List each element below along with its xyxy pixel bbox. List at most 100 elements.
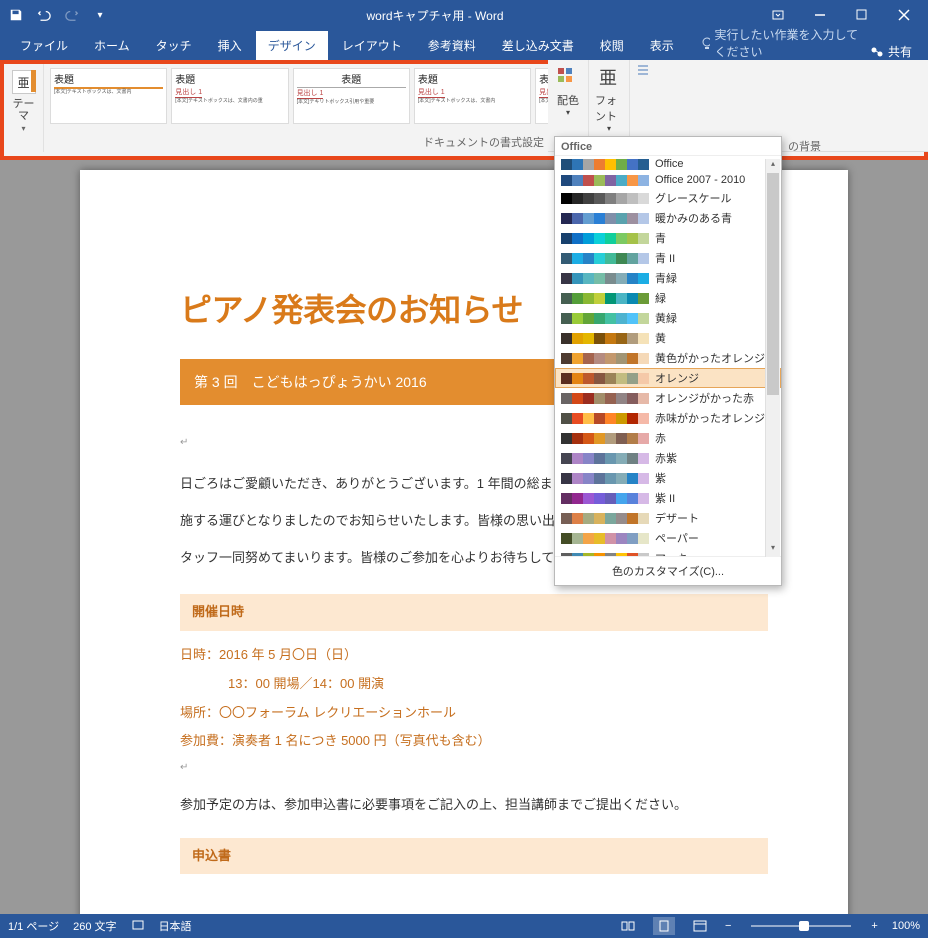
- color-scheme-row[interactable]: 紫: [555, 468, 781, 488]
- color-swatches: [561, 293, 649, 304]
- color-scheme-row[interactable]: 黄緑: [555, 308, 781, 328]
- schedule-line[interactable]: 13：00 開場／14：00 開演: [180, 672, 768, 697]
- tab-home[interactable]: ホーム: [82, 31, 142, 60]
- color-scheme-label: 赤: [655, 430, 775, 446]
- schedule-line[interactable]: 場所：〇〇フォーラム レクリエーションホール: [180, 701, 768, 726]
- card-sub: 見出し 1: [175, 87, 202, 98]
- color-scheme-row[interactable]: 暖かみのある青: [555, 208, 781, 228]
- tell-me[interactable]: 実行したい作業を入力してください: [700, 26, 860, 60]
- color-scheme-label: 青緑: [655, 270, 775, 286]
- page-bg-group-label: の背景: [788, 138, 821, 154]
- color-scheme-row[interactable]: オレンジがかった赤: [555, 388, 781, 408]
- schedule-line[interactable]: 日時：2016 年 5 月〇日（日）: [180, 643, 768, 668]
- heading-schedule[interactable]: 開催日時: [180, 594, 768, 631]
- color-scheme-row[interactable]: 青緑: [555, 268, 781, 288]
- color-scheme-label: Office: [655, 158, 775, 170]
- colors-button[interactable]: 配色 ▾: [548, 60, 589, 148]
- color-scheme-row[interactable]: 黄: [555, 328, 781, 348]
- card-title: 表題: [175, 71, 284, 86]
- tab-touch[interactable]: タッチ: [144, 31, 204, 60]
- maximize-button[interactable]: [842, 3, 882, 27]
- save-button[interactable]: [4, 4, 28, 26]
- body-line[interactable]: 参加予定の方は、参加申込書に必要事項をご記入の上、担当講師までご提出ください。: [180, 793, 768, 818]
- document-canvas[interactable]: ピアノ発表会のお知らせ 第 3 回 こどもはっぴょうかい 2016 ↵ 日ごろは…: [0, 160, 928, 914]
- color-swatches: [561, 353, 649, 364]
- view-read[interactable]: [617, 917, 639, 935]
- popup-scrollbar[interactable]: ▴ ▾: [765, 159, 780, 557]
- ribbon-options-button[interactable]: [758, 3, 798, 27]
- redo-button[interactable]: [60, 4, 84, 26]
- minimize-button[interactable]: [800, 3, 840, 27]
- color-scheme-row[interactable]: Office 2007 - 2010: [555, 172, 781, 188]
- schedule-line[interactable]: 参加費：演奏者 1 名につき 5000 円（写真代も含む）: [180, 729, 768, 754]
- color-swatches: [561, 553, 649, 557]
- zoom-thumb[interactable]: [799, 921, 809, 931]
- tab-review[interactable]: 校閲: [588, 31, 636, 60]
- style-card[interactable]: 表題見出し 1[本文]テキストボックスは、文書内: [414, 68, 531, 124]
- color-scheme-row[interactable]: グレースケール: [555, 188, 781, 208]
- zoom-level[interactable]: 100%: [892, 920, 920, 932]
- zoom-out[interactable]: −: [725, 920, 731, 932]
- qat-more[interactable]: ▾: [88, 4, 112, 26]
- style-card[interactable]: 表題見出し 1[本文]テキストボックスは、文書内の重: [171, 68, 288, 124]
- color-scheme-row[interactable]: マーキー: [555, 548, 781, 556]
- word-count[interactable]: 260 文字: [73, 918, 116, 934]
- undo-icon: [37, 8, 51, 22]
- tab-layout[interactable]: レイアウト: [330, 31, 414, 60]
- color-scheme-row[interactable]: 黄色がかったオレンジ: [555, 348, 781, 368]
- fonts-button[interactable]: 亜 フォント ▾: [589, 60, 630, 148]
- themes-button[interactable]: 亜 テーマ ▾: [8, 68, 40, 135]
- tab-design[interactable]: デザイン: [256, 31, 328, 60]
- color-scheme-label: 黄: [655, 330, 775, 346]
- customize-colors[interactable]: 色のカスタマイズ(C)...: [555, 556, 781, 585]
- color-scheme-row[interactable]: 緑: [555, 288, 781, 308]
- color-scheme-label: 黄緑: [655, 310, 775, 326]
- themes-icon: 亜: [12, 70, 36, 94]
- view-print[interactable]: [653, 917, 675, 935]
- color-swatches: [561, 533, 649, 544]
- scroll-down[interactable]: ▾: [766, 543, 780, 557]
- tab-file[interactable]: ファイル: [8, 31, 80, 60]
- color-swatches: [561, 433, 649, 444]
- color-scheme-list: OfficeOffice 2007 - 2010グレースケール暖かみのある青青青…: [555, 156, 781, 556]
- color-scheme-row[interactable]: 青 II: [555, 248, 781, 268]
- style-card[interactable]: 表題[本文]テキストボックスは、文書内: [50, 68, 167, 124]
- color-scheme-row[interactable]: 赤紫: [555, 448, 781, 468]
- tab-insert[interactable]: 挿入: [206, 31, 254, 60]
- color-scheme-row[interactable]: オレンジ: [555, 368, 781, 388]
- tab-references[interactable]: 参考資料: [416, 31, 488, 60]
- card-body: [本文]テキストボックスは、文書内の重: [175, 99, 284, 105]
- tab-view[interactable]: 表示: [638, 31, 686, 60]
- color-swatches: [561, 473, 649, 484]
- close-button[interactable]: [884, 3, 924, 27]
- scroll-up[interactable]: ▴: [766, 159, 780, 173]
- color-scheme-row[interactable]: 赤味がかったオレンジ: [555, 408, 781, 428]
- fonts-label: フォント: [595, 92, 623, 124]
- view-web[interactable]: [689, 917, 711, 935]
- scroll-track[interactable]: [766, 173, 780, 543]
- zoom-in[interactable]: +: [871, 920, 877, 932]
- color-swatches: [561, 413, 649, 424]
- zoom-slider[interactable]: [751, 925, 851, 927]
- style-card[interactable]: 表題見出し 1[本文]テキリトボックス引用や重要: [293, 68, 410, 124]
- ribbon-options-icon: [771, 8, 785, 22]
- color-scheme-row[interactable]: ペーパー: [555, 528, 781, 548]
- scroll-thumb[interactable]: [767, 173, 779, 395]
- color-scheme-row[interactable]: 赤: [555, 428, 781, 448]
- color-scheme-row[interactable]: Office: [555, 156, 781, 172]
- heading-form[interactable]: 申込書: [180, 838, 768, 875]
- language[interactable]: 日本語: [159, 918, 192, 934]
- color-scheme-row[interactable]: 青: [555, 228, 781, 248]
- formatting-group: 段落の間隔 ▾ 効果 ▾ 既定に設定: [630, 60, 928, 148]
- color-swatches: [561, 193, 649, 204]
- page-count[interactable]: 1/1 ページ: [8, 918, 59, 934]
- color-scheme-row[interactable]: 紫 II: [555, 488, 781, 508]
- color-scheme-row[interactable]: デザート: [555, 508, 781, 528]
- tab-mailings[interactable]: 差し込み文書: [490, 31, 586, 60]
- proofing-icon[interactable]: [131, 918, 145, 935]
- chevron-down-icon: ▾: [607, 124, 611, 133]
- theme-glyph: 亜: [17, 74, 29, 91]
- undo-button[interactable]: [32, 4, 56, 26]
- share-button[interactable]: 共有: [862, 43, 920, 60]
- para-mark: ↵: [180, 758, 768, 777]
